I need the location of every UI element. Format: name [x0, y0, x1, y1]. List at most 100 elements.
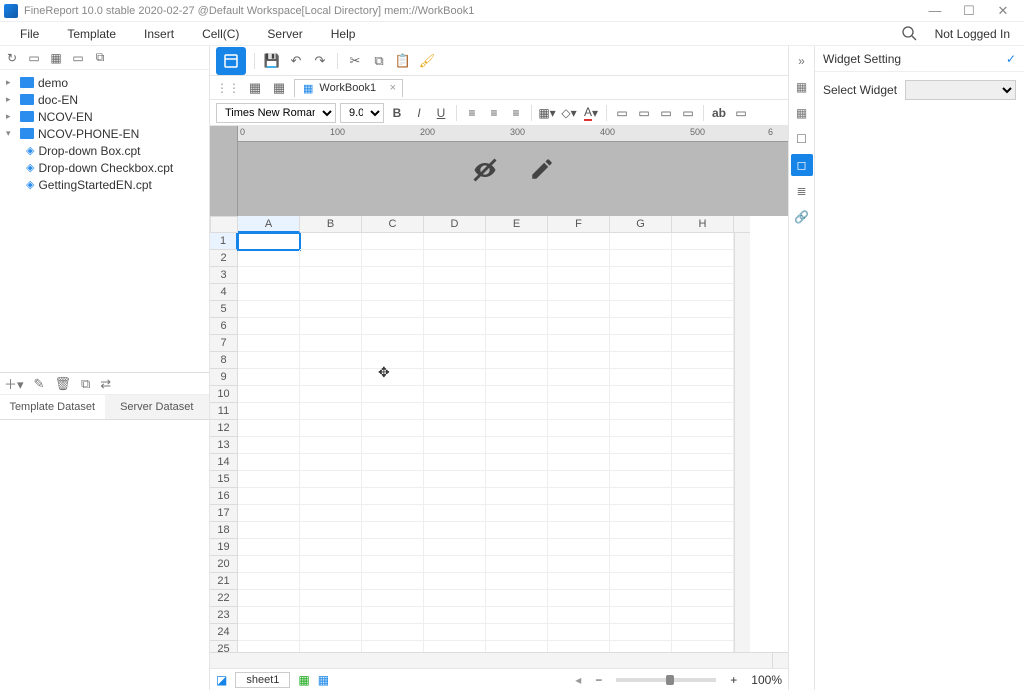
cell-B23[interactable] [300, 607, 362, 624]
add-sheet-icon[interactable]: ▦ [298, 673, 309, 687]
cell-C20[interactable] [362, 556, 424, 573]
format-painter-icon[interactable]: 🖌 [418, 52, 436, 70]
cell-A6[interactable] [238, 318, 300, 335]
cell-A11[interactable] [238, 403, 300, 420]
cell-D25[interactable] [424, 641, 486, 652]
cell-E2[interactable] [486, 250, 548, 267]
spreadsheet-grid[interactable] [238, 233, 734, 652]
cell-A9[interactable] [238, 369, 300, 386]
cell-A18[interactable] [238, 522, 300, 539]
cell-H19[interactable] [672, 539, 734, 556]
cell-H14[interactable] [672, 454, 734, 471]
cell-B9[interactable] [300, 369, 362, 386]
row-header-21[interactable]: 21 [210, 573, 238, 590]
cell-C17[interactable] [362, 505, 424, 522]
edit-dataset-icon[interactable]: ✎ [34, 376, 45, 392]
cell-C23[interactable] [362, 607, 424, 624]
cell-F15[interactable] [548, 471, 610, 488]
cell-G25[interactable] [610, 641, 672, 652]
cell-H23[interactable] [672, 607, 734, 624]
cell-F17[interactable] [548, 505, 610, 522]
cell-B10[interactable] [300, 386, 362, 403]
cell-D11[interactable] [424, 403, 486, 420]
cell-A17[interactable] [238, 505, 300, 522]
cell-A20[interactable] [238, 556, 300, 573]
cell-G23[interactable] [610, 607, 672, 624]
cell-H21[interactable] [672, 573, 734, 590]
cell-H18[interactable] [672, 522, 734, 539]
cell-A16[interactable] [238, 488, 300, 505]
cell-G19[interactable] [610, 539, 672, 556]
cell-H2[interactable] [672, 250, 734, 267]
cell-G5[interactable] [610, 301, 672, 318]
cell-H22[interactable] [672, 590, 734, 607]
panel-pin-icon[interactable]: ✓ [1006, 52, 1016, 66]
row-header-7[interactable]: 7 [210, 335, 238, 352]
cell-F3[interactable] [548, 267, 610, 284]
cell-G11[interactable] [610, 403, 672, 420]
cell-B12[interactable] [300, 420, 362, 437]
cell-D14[interactable] [424, 454, 486, 471]
column-header-C[interactable]: C [362, 216, 424, 233]
cell-B22[interactable] [300, 590, 362, 607]
new-icon[interactable]: ▭ [26, 50, 42, 66]
select-all-corner[interactable] [210, 216, 238, 233]
cell-E3[interactable] [486, 267, 548, 284]
rail-cell-icon[interactable]: ▦ [791, 76, 813, 98]
cell-F16[interactable] [548, 488, 610, 505]
row-header-17[interactable]: 17 [210, 505, 238, 522]
column-header-A[interactable]: A [238, 216, 300, 233]
cell-E24[interactable] [486, 624, 548, 641]
cell-C18[interactable] [362, 522, 424, 539]
row-header-6[interactable]: 6 [210, 318, 238, 335]
cell-E14[interactable] [486, 454, 548, 471]
cell-E19[interactable] [486, 539, 548, 556]
cell-A2[interactable] [238, 250, 300, 267]
cell-A5[interactable] [238, 301, 300, 318]
wrap-icon[interactable]: ▭ [679, 104, 697, 122]
cell-G7[interactable] [610, 335, 672, 352]
cell-B13[interactable] [300, 437, 362, 454]
folder-doc-en[interactable]: ▸doc-EN [2, 91, 207, 108]
maximize-button[interactable]: ☐ [952, 1, 986, 21]
cell-G6[interactable] [610, 318, 672, 335]
close-button[interactable]: ✕ [986, 1, 1020, 21]
cell-B25[interactable] [300, 641, 362, 652]
align-left-icon[interactable]: ≡ [463, 104, 481, 122]
save-icon[interactable]: 💾 [263, 52, 281, 70]
cell-C1[interactable] [362, 233, 424, 250]
row-header-10[interactable]: 10 [210, 386, 238, 403]
cell-E15[interactable] [486, 471, 548, 488]
cell-F4[interactable] [548, 284, 610, 301]
minimize-button[interactable]: — [918, 1, 952, 21]
tab-server-dataset[interactable]: Server Dataset [105, 395, 210, 419]
cell-H4[interactable] [672, 284, 734, 301]
cell-G16[interactable] [610, 488, 672, 505]
redo-icon[interactable]: ↷ [311, 52, 329, 70]
cell-F8[interactable] [548, 352, 610, 369]
cell-H25[interactable] [672, 641, 734, 652]
cell-F22[interactable] [548, 590, 610, 607]
bold-icon[interactable]: B [388, 104, 406, 122]
cell-D24[interactable] [424, 624, 486, 641]
cell-A1[interactable] [238, 233, 300, 250]
fill-color-icon[interactable]: ◇▾ [560, 104, 578, 122]
cell-D2[interactable] [424, 250, 486, 267]
cell-D7[interactable] [424, 335, 486, 352]
menu-insert[interactable]: Insert [130, 25, 188, 43]
cell-F13[interactable] [548, 437, 610, 454]
cell-G3[interactable] [610, 267, 672, 284]
cell-G1[interactable] [610, 233, 672, 250]
row-header-13[interactable]: 13 [210, 437, 238, 454]
cell-G14[interactable] [610, 454, 672, 471]
cell-A14[interactable] [238, 454, 300, 471]
cell-B19[interactable] [300, 539, 362, 556]
cell-D18[interactable] [424, 522, 486, 539]
cell-B6[interactable] [300, 318, 362, 335]
cell-D15[interactable] [424, 471, 486, 488]
cell-C14[interactable] [362, 454, 424, 471]
cell-F25[interactable] [548, 641, 610, 652]
cell-G17[interactable] [610, 505, 672, 522]
column-header-F[interactable]: F [548, 216, 610, 233]
cell-D13[interactable] [424, 437, 486, 454]
